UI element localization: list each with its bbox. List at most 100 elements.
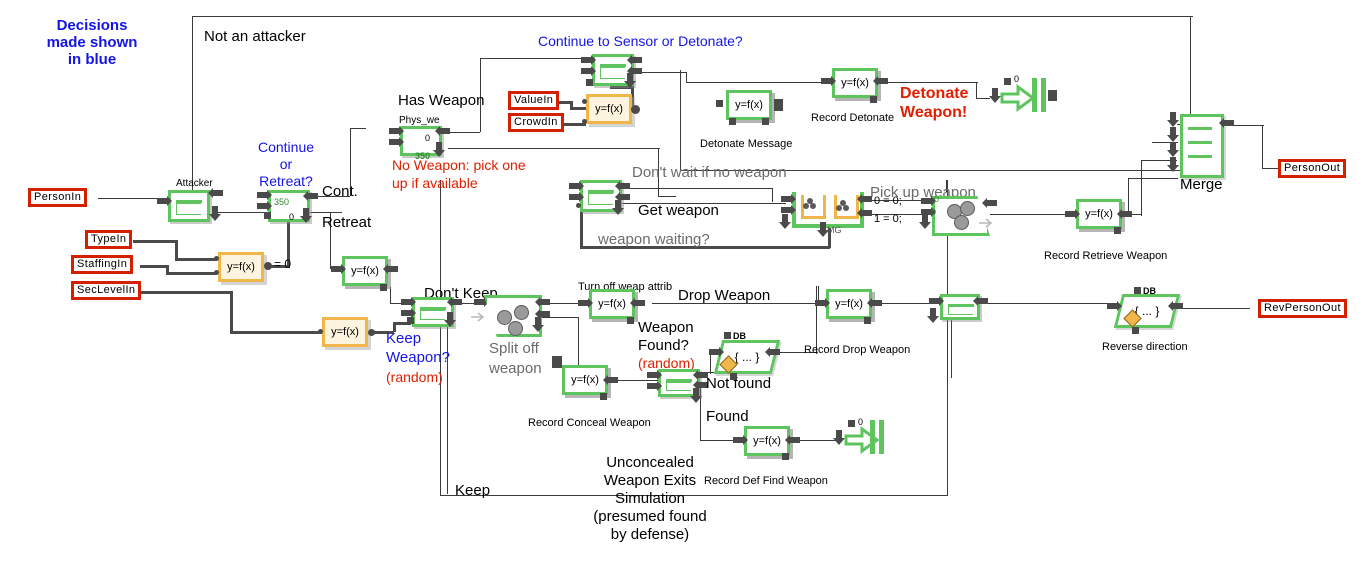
queue-in-2[interactable]	[781, 205, 796, 215]
continue-in-port-1[interactable]	[257, 190, 272, 200]
block-turn-off-attrib[interactable]: y=f(x)	[589, 289, 635, 319]
eq-value-in1[interactable]	[582, 99, 587, 104]
detonate-msg-right[interactable]	[774, 99, 783, 111]
eq-keep-weapon[interactable]: y=f(x)	[322, 317, 368, 347]
record-retrieve-out[interactable]	[1117, 209, 1132, 219]
db-out-1[interactable]	[765, 347, 780, 357]
record-drop-in[interactable]	[815, 298, 830, 308]
queue-in-down[interactable]	[779, 214, 791, 229]
turn-off-bottom[interactable]	[627, 317, 634, 324]
has-weapon-in-1[interactable]	[389, 126, 404, 136]
block-record-retrieve-weapon[interactable]: y=f(x)	[1076, 199, 1122, 229]
eq-type-out[interactable]	[264, 262, 272, 270]
block-record-conceal-weapon[interactable]: y=f(x)	[562, 365, 608, 395]
record-detonate-in[interactable]	[821, 76, 836, 86]
get-weapon-in-2[interactable]	[569, 192, 584, 202]
get-weapon-out-1[interactable]	[615, 181, 630, 191]
reverse-out[interactable]	[1168, 301, 1183, 311]
block-record-def-find-weapon[interactable]: y=f(x)	[744, 426, 790, 456]
dont-keep-out-down[interactable]	[444, 312, 456, 327]
combine-in-down[interactable]	[919, 214, 931, 229]
record-conceal-bottom[interactable]	[600, 393, 607, 400]
eq-value-in2[interactable]	[582, 119, 587, 124]
sensor-out-1[interactable]	[627, 55, 642, 65]
deffind-exit-in[interactable]	[833, 430, 845, 445]
record-def-find-bottom[interactable]	[782, 453, 789, 460]
block-detonate-message[interactable]: y=f(x)	[726, 90, 772, 120]
db-in-1[interactable]	[709, 347, 724, 357]
split-in[interactable]	[474, 297, 489, 307]
get-weapon-in-1[interactable]	[569, 181, 584, 191]
record-retrieve-bottom[interactable]	[1114, 227, 1121, 234]
split-out-down[interactable]	[532, 317, 544, 332]
detonate-msg-bottom-r[interactable]	[762, 118, 769, 125]
eq-value-out[interactable]	[631, 105, 640, 114]
block-reverse-direction[interactable]: { ... }	[1113, 294, 1181, 328]
queue-out-1[interactable]	[857, 194, 872, 204]
eq-type-staffing[interactable]: y=f(x)	[218, 252, 264, 282]
merge-in-4[interactable]	[1167, 157, 1179, 172]
record-def-find-in[interactable]	[733, 435, 748, 445]
eq-retreat-bottom[interactable]	[380, 284, 387, 291]
sensor-bottom-port[interactable]	[586, 79, 593, 86]
io-typein[interactable]: TypeIn	[85, 230, 133, 249]
reverse-top-port[interactable]	[1134, 287, 1141, 294]
block-attacker[interactable]	[168, 190, 210, 222]
reverse-in[interactable]	[1107, 301, 1122, 311]
get-weapon-out-down[interactable]	[612, 200, 624, 215]
block-record-detonate[interactable]: y=f(x)	[832, 68, 878, 98]
combine-out[interactable]	[982, 198, 997, 208]
queue-out-2[interactable]	[857, 208, 872, 218]
merge-in-2[interactable]	[1167, 127, 1179, 142]
weapon-found-out-down[interactable]	[690, 388, 702, 403]
eq-keep-in[interactable]	[318, 329, 323, 334]
record-detonate-bottom[interactable]	[870, 96, 877, 103]
merge-out[interactable]	[1219, 118, 1234, 128]
attacker-in-port[interactable]	[157, 196, 172, 206]
has-weapon-in-2[interactable]	[389, 137, 404, 147]
dont-keep-bottom-in[interactable]	[407, 317, 414, 324]
post-drop-in[interactable]	[929, 296, 944, 306]
io-crowdin[interactable]: CrowdIn	[508, 113, 564, 132]
io-personin[interactable]: PersonIn	[28, 188, 88, 207]
record-drop-out[interactable]	[867, 298, 882, 308]
sensor-out-down[interactable]	[624, 73, 636, 88]
record-conceal-out[interactable]	[603, 375, 618, 385]
eq-value-crowd[interactable]: y=f(x)	[586, 94, 632, 124]
queue-bottom-port[interactable]	[817, 222, 829, 237]
record-drop-bottom[interactable]	[864, 317, 871, 324]
detonate-exit-right-port[interactable]	[1048, 90, 1057, 101]
detonate-msg-bottom-l[interactable]	[729, 118, 736, 125]
block-merge[interactable]	[1180, 114, 1224, 178]
eq-type-in1[interactable]	[214, 256, 219, 261]
split-out-1[interactable]	[535, 297, 550, 307]
dont-keep-in-2[interactable]	[401, 308, 416, 318]
turn-off-in[interactable]	[578, 298, 593, 308]
dont-keep-out-1[interactable]	[447, 297, 462, 307]
detonate-exit-in[interactable]	[989, 88, 1001, 103]
eq-type-in2[interactable]	[214, 270, 219, 275]
deffind-exit-top-port[interactable]	[848, 420, 855, 427]
detonate-exit-top-port[interactable]	[1004, 78, 1011, 85]
weapon-found-in-1[interactable]	[647, 370, 662, 380]
record-retrieve-in[interactable]	[1065, 209, 1080, 219]
merge-in-1[interactable]	[1167, 112, 1179, 127]
db-top-port-1[interactable]	[724, 332, 731, 339]
continue-out-retreat[interactable]	[300, 208, 312, 223]
io-valuein[interactable]: ValueIn	[508, 91, 560, 110]
queue-in-1[interactable]	[781, 194, 796, 204]
db-bottom-port-1[interactable]	[730, 373, 737, 380]
continue-bottom-port[interactable]	[264, 212, 271, 219]
reverse-bottom-port[interactable]	[1132, 327, 1139, 334]
eq-keep-out[interactable]	[368, 329, 375, 336]
post-drop-in-down[interactable]	[927, 308, 939, 323]
sensor-in-2[interactable]	[581, 66, 596, 76]
has-weapon-out-2[interactable]	[433, 142, 445, 157]
eq-retreat-in[interactable]	[331, 264, 346, 274]
io-revpersonout[interactable]: RevPersonOut	[1258, 299, 1347, 318]
continue-in-port-2[interactable]	[257, 201, 272, 211]
io-staffingin[interactable]: StaffingIn	[71, 255, 134, 274]
io-personout[interactable]: PersonOut	[1278, 159, 1347, 178]
dont-keep-in-1[interactable]	[401, 297, 416, 307]
eq-retreat[interactable]: y=f(x)	[342, 256, 388, 286]
